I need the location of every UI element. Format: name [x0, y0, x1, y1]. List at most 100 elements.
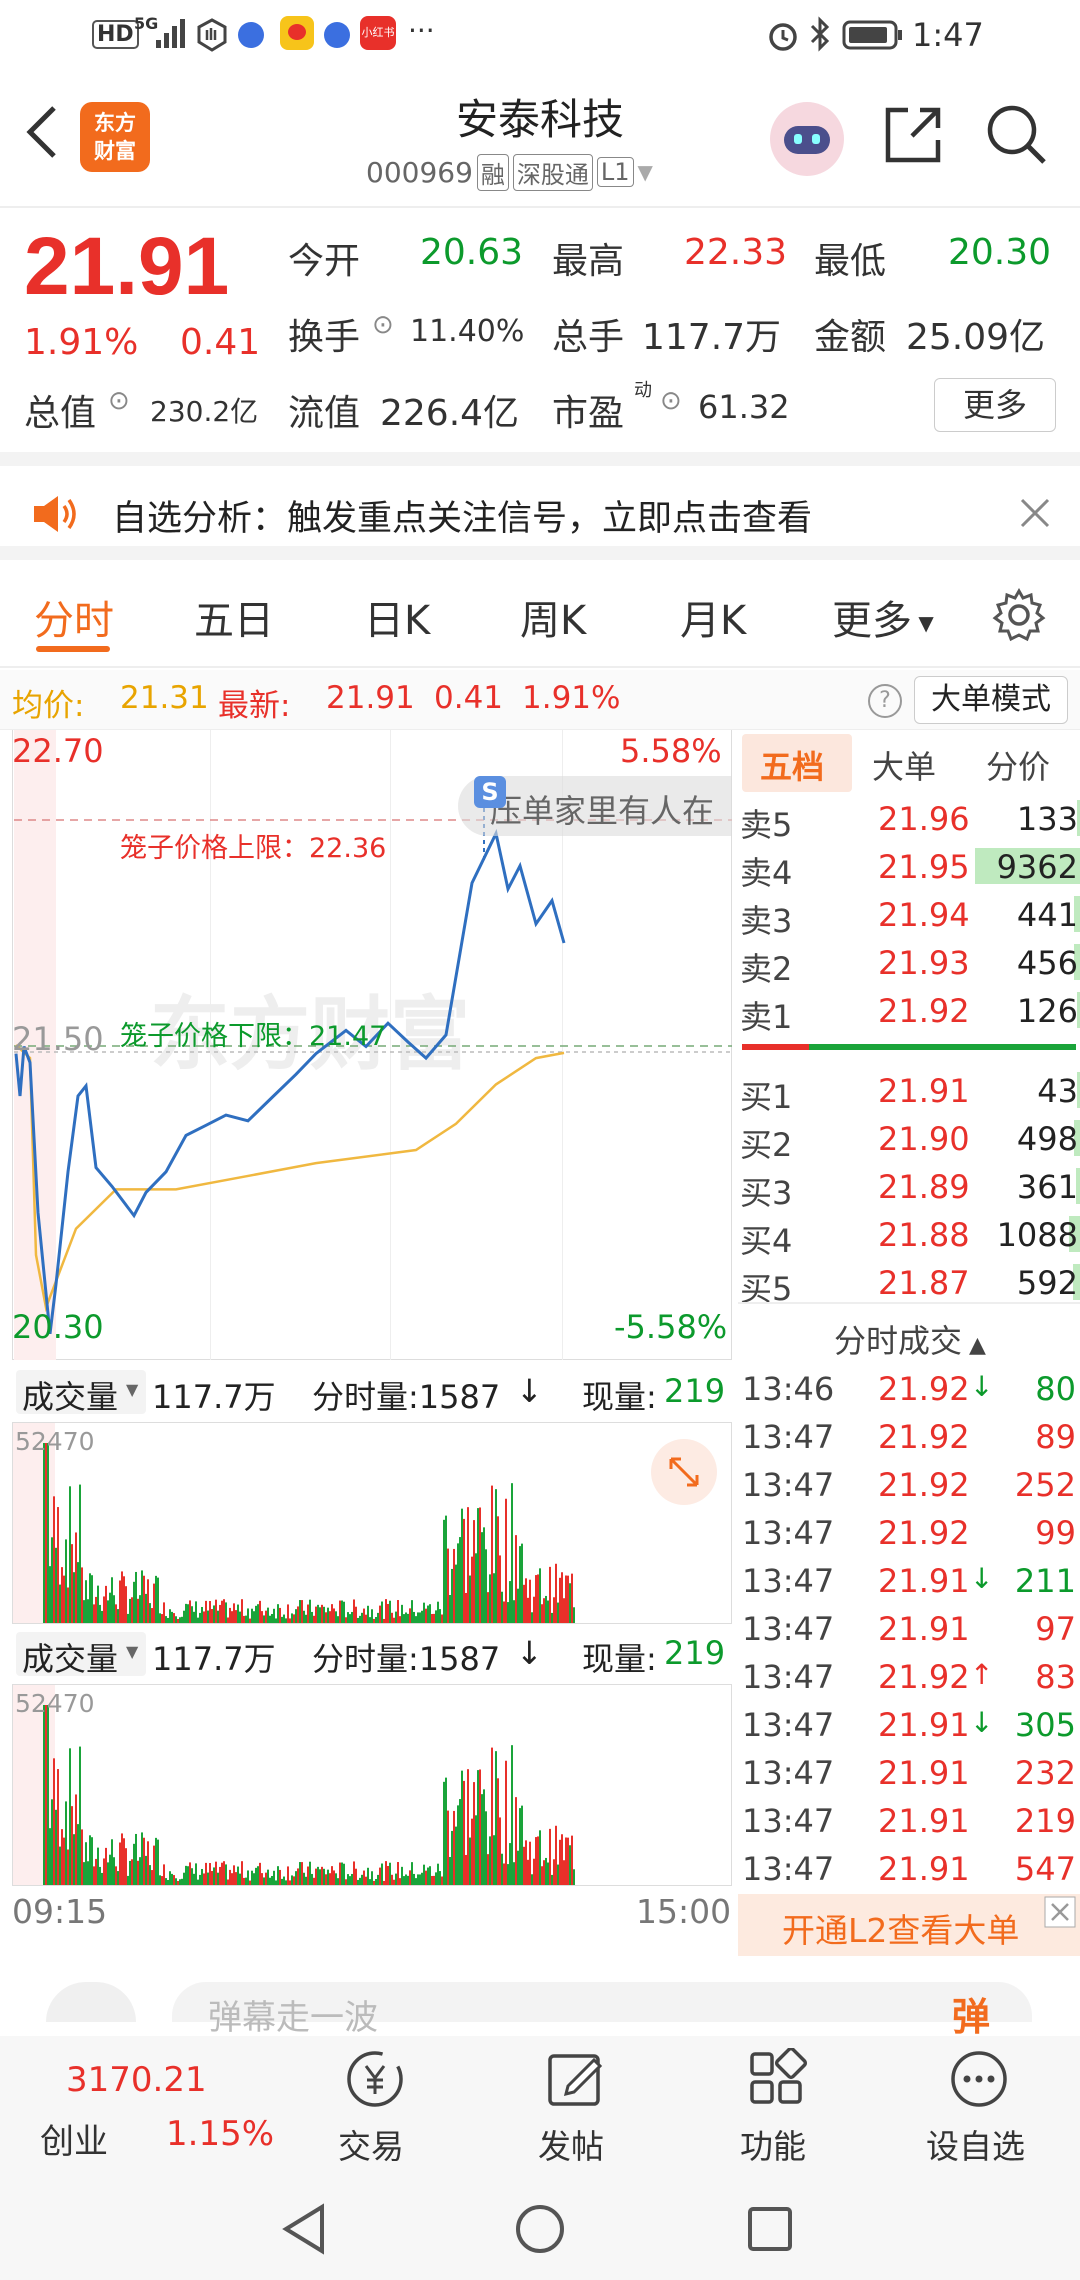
volume-bar — [503, 1601, 505, 1623]
volume-bar — [447, 1810, 449, 1885]
volume-bar — [517, 1588, 519, 1623]
ask-row[interactable]: 卖4 21.95 9362 — [738, 842, 1080, 892]
volume-bar — [149, 1603, 151, 1623]
tab-five-day[interactable]: 五日 — [194, 588, 274, 646]
volume-bar — [177, 1880, 179, 1885]
volume-bar — [309, 1599, 311, 1623]
trade-row: 13:47 21.92 252 — [738, 1462, 1080, 1510]
volume-bar — [519, 1808, 521, 1885]
tab-daily-k[interactable]: 日K — [364, 588, 430, 646]
index-value: 3170.21 — [66, 2060, 207, 2100]
danmu-button[interactable]: 弹 — [952, 1986, 990, 2041]
volume-bar — [271, 1875, 273, 1885]
more-button[interactable]: 更多 — [934, 378, 1056, 432]
volume-selector-2[interactable]: 成交量 ▼ — [16, 1632, 146, 1678]
volume-bar — [67, 1587, 69, 1623]
volume-bar — [87, 1861, 89, 1885]
ask-row[interactable]: 卖1 21.92 126 — [738, 986, 1080, 1036]
turnover-info-icon[interactable]: ⊙ — [372, 310, 394, 340]
badge-shenzhen-connect: 深股通 — [512, 153, 593, 191]
mcap-value: 230.2亿 — [150, 395, 259, 428]
stock-code-row[interactable]: 000969 融 深股通 L1 ▼ — [366, 152, 653, 192]
index-ticker[interactable]: 3170.21 创业 1.15% — [0, 2036, 274, 2175]
big-order-mode-button[interactable]: 大单模式 — [914, 676, 1068, 724]
nav-home-icon[interactable] — [514, 2203, 566, 2255]
volume-bar — [313, 1877, 315, 1885]
volume-bar — [91, 1837, 93, 1885]
volume-bar — [451, 1830, 453, 1885]
book-tab-price-dist[interactable]: 分价 — [986, 742, 1050, 788]
nav-back-icon[interactable] — [280, 2203, 330, 2255]
volume-chart-2[interactable]: 52470 — [12, 1684, 732, 1886]
volume-bar — [311, 1611, 313, 1623]
volume-selector-1[interactable]: 成交量 ▼ — [16, 1370, 146, 1416]
nav-recents-icon[interactable] — [746, 2205, 794, 2253]
settings-gear-icon[interactable] — [992, 588, 1046, 642]
volume-bar — [535, 1837, 537, 1885]
search-icon[interactable] — [984, 102, 1050, 168]
volume-bar — [131, 1597, 133, 1623]
volume-bar — [135, 1571, 137, 1623]
volume-bar — [171, 1611, 173, 1623]
comment-input[interactable]: 弹幕走一波 弹 — [172, 1982, 1032, 2039]
volume-bar — [157, 1577, 159, 1623]
info-icon[interactable]: ⊙ — [108, 386, 130, 416]
volume-bar — [327, 1607, 329, 1623]
ask-row[interactable]: 卖3 21.94 441 — [738, 890, 1080, 940]
post-button[interactable]: 发帖 — [520, 2044, 630, 2174]
bid-row[interactable]: 买2 21.90 498 — [738, 1114, 1080, 1164]
l2-promo-banner[interactable]: 开通L2查看大单 — [738, 1894, 1080, 1956]
volume-bar — [305, 1876, 307, 1885]
comment-list-icon[interactable] — [46, 1982, 136, 2022]
volume-bar — [169, 1609, 171, 1623]
volume-bar — [373, 1618, 375, 1623]
book-tab-five-levels[interactable]: 五档 — [742, 734, 852, 792]
volume-bar — [393, 1617, 395, 1623]
tab-intraday[interactable]: 分时 — [34, 588, 114, 646]
bid-row[interactable]: 买3 21.89 361 — [738, 1162, 1080, 1212]
volume-bar — [517, 1850, 519, 1885]
volume-bar — [401, 1866, 403, 1885]
bid-volume: 361 — [1016, 1168, 1078, 1206]
trades-title[interactable]: 分时成交 ▲ — [834, 1316, 986, 1362]
volume-bar — [199, 1612, 201, 1623]
volume-bar — [205, 1862, 207, 1885]
tab-more[interactable]: 更多 ▼ — [832, 588, 934, 646]
tab-monthly-k[interactable]: 月K — [680, 588, 746, 646]
volume-bar — [481, 1532, 483, 1623]
share-icon[interactable] — [882, 104, 944, 166]
bid-row[interactable]: 买1 21.91 43 — [738, 1066, 1080, 1116]
turnover-label: 换手 — [288, 317, 361, 358]
close-icon[interactable] — [1044, 1896, 1076, 1928]
volume-bar — [181, 1616, 183, 1623]
trade-yen-icon — [347, 2051, 403, 2107]
time-end: 15:00 — [636, 1892, 732, 1931]
volume-bar — [125, 1848, 127, 1885]
volume-bar — [93, 1866, 95, 1885]
volume-bar — [487, 1854, 489, 1885]
volume-bar — [401, 1604, 403, 1623]
trade-button[interactable]: 交易 — [320, 2044, 430, 2174]
close-icon[interactable] — [1018, 496, 1052, 530]
volume-bar — [55, 1809, 57, 1885]
bid-row[interactable]: 买4 21.88 1088 — [738, 1210, 1080, 1260]
dropdown-caret-icon: ▼ — [126, 1642, 139, 1661]
ask-row[interactable]: 卖2 21.93 456 — [738, 938, 1080, 988]
expand-icon[interactable] — [651, 1439, 717, 1505]
ask-row[interactable]: 卖5 21.96 133 — [738, 794, 1080, 844]
volume-chart-1[interactable]: 52470 — [12, 1422, 732, 1624]
bid-row[interactable]: 买5 21.87 592 — [738, 1258, 1080, 1308]
volume-bar — [505, 1498, 507, 1623]
volume-bar — [569, 1583, 571, 1623]
volume-bar — [301, 1600, 303, 1623]
notice-bar[interactable]: 自选分析：触发重点关注信号，立即点击查看 — [0, 452, 1080, 560]
pe-info-icon[interactable]: ⊙ — [660, 386, 682, 416]
functions-button[interactable]: 功能 — [722, 2044, 832, 2174]
volume-bar — [147, 1841, 149, 1885]
add-watchlist-button[interactable]: 设自选 — [910, 2044, 1050, 2174]
tab-weekly-k[interactable]: 周K — [520, 588, 586, 646]
book-tab-big-orders[interactable]: 大单 — [872, 742, 936, 788]
help-icon[interactable]: ? — [868, 684, 902, 718]
volume-bar — [519, 1546, 521, 1623]
robot-assistant-icon[interactable] — [770, 102, 844, 176]
